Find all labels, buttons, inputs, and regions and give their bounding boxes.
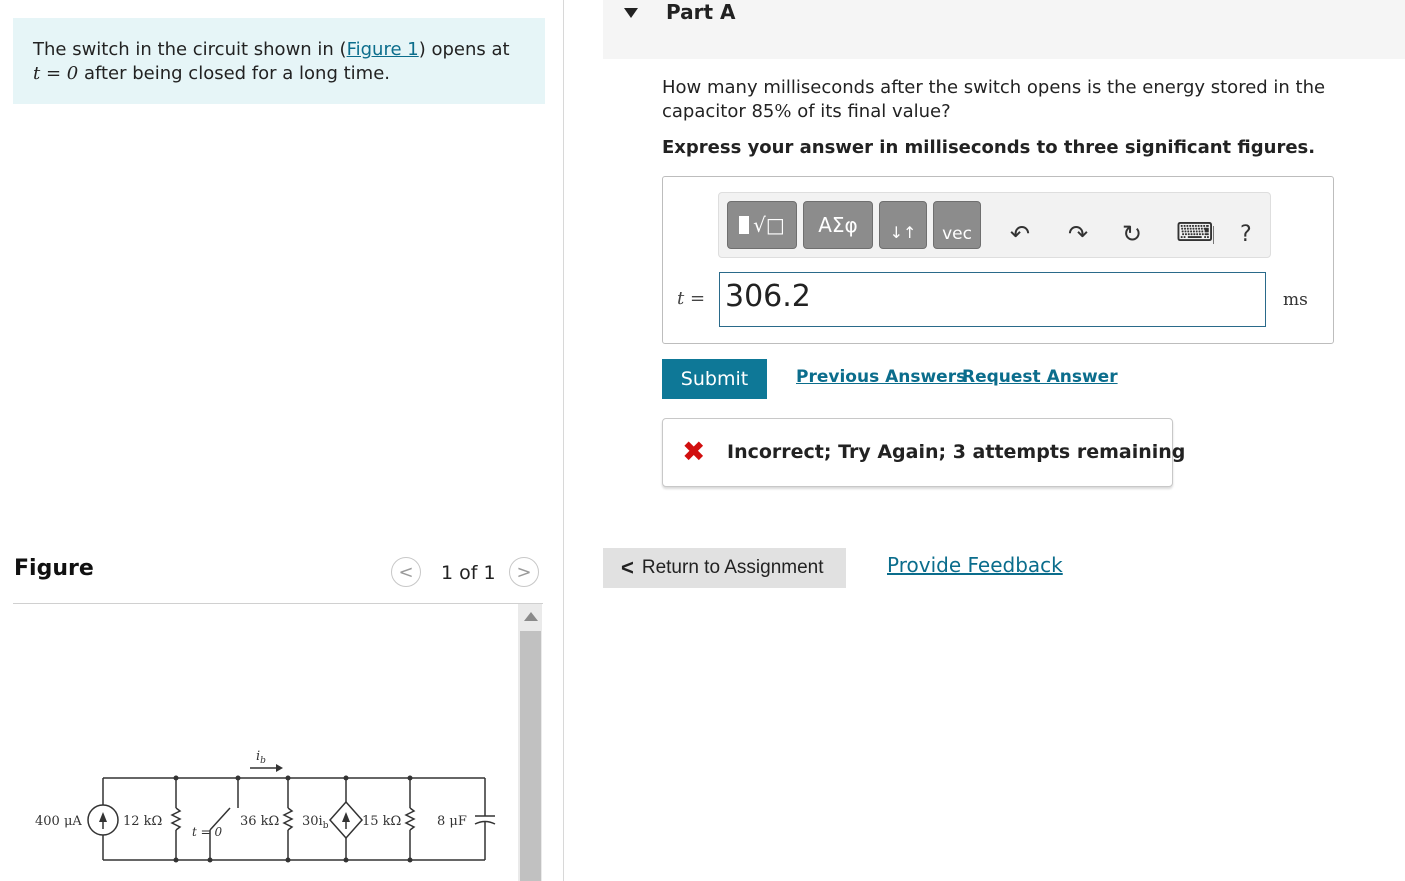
keyboard-icon[interactable]: ⌨ xyxy=(1176,218,1214,248)
provide-feedback-link[interactable]: Provide Feedback xyxy=(887,553,1063,577)
resistor-15k-label: 15 kΩ xyxy=(362,814,401,829)
vec-label: vec xyxy=(942,224,972,244)
answer-unit: ms xyxy=(1283,290,1308,310)
answer-instruction: Express your answer in milliseconds to t… xyxy=(662,137,1316,158)
question-text: How many milliseconds after the switch o… xyxy=(662,76,1362,124)
chevron-right-icon: > xyxy=(516,561,532,583)
problem-text: The switch in the circuit shown in ( xyxy=(33,39,347,60)
switch-label: t = 0 xyxy=(192,825,223,839)
return-label: Return to Assignment xyxy=(641,557,824,578)
answer-input[interactable]: 306.2 xyxy=(719,272,1266,327)
return-to-assignment-button[interactable]: < Return to Assignment xyxy=(603,548,846,588)
question-line2-pre: capacitor 85 xyxy=(662,101,775,122)
ib-current-label: ib xyxy=(256,749,266,766)
caret-down-icon[interactable] xyxy=(624,8,638,18)
greek-symbols-button[interactable]: ΑΣφ xyxy=(803,201,873,249)
time-zero-math: t = 0 xyxy=(33,63,79,84)
figure-title: Figure xyxy=(14,556,94,581)
figure-page-count: 1 of 1 xyxy=(441,562,496,584)
question-line1: How many milliseconds after the switch o… xyxy=(662,77,1326,98)
toolbar-separator xyxy=(1213,226,1214,244)
greek-label: ΑΣφ xyxy=(818,213,858,237)
problem-text-after: ) opens at xyxy=(418,39,510,60)
answer-variable-label: t = xyxy=(677,288,706,309)
reset-icon[interactable]: ↻ xyxy=(1122,220,1142,248)
submit-button[interactable]: Submit xyxy=(662,359,767,399)
arrows-label: ↓↑ xyxy=(889,222,917,242)
undo-icon[interactable]: ↶ xyxy=(1010,220,1030,248)
next-figure-button[interactable]: > xyxy=(509,557,539,587)
templates-label: √□ xyxy=(753,213,785,237)
circuit-diagram: 400 μA 12 kΩ t = 0 36 kΩ 30ib ib 15 kΩ 8… xyxy=(35,749,496,863)
percent-symbol: % xyxy=(774,101,792,122)
redo-icon[interactable]: ↷ xyxy=(1068,220,1088,248)
chevron-left-icon: < xyxy=(621,555,634,580)
pane-divider[interactable] xyxy=(563,0,564,881)
scroll-up-arrow-icon[interactable] xyxy=(524,612,538,621)
dependent-source-label: 30ib xyxy=(302,814,329,831)
template-box-icon xyxy=(739,216,750,234)
figure-divider xyxy=(13,603,543,604)
chevron-left-icon: < xyxy=(398,561,414,583)
request-answer-link[interactable]: Request Answer xyxy=(962,367,1118,387)
help-icon[interactable]: ? xyxy=(1240,222,1252,247)
problem-text-line2: after being closed for a long time. xyxy=(78,63,390,84)
question-line2-post: of its final value? xyxy=(791,101,951,122)
feedback-message: Incorrect; Try Again; 3 attempts remaini… xyxy=(727,441,1186,463)
error-x-icon: ✖ xyxy=(682,435,706,468)
templates-button[interactable]: √□ xyxy=(727,201,797,249)
resistor-12k-label: 12 kΩ xyxy=(123,814,162,829)
previous-figure-button[interactable]: < xyxy=(391,557,421,587)
capacitor-label: 8 μF xyxy=(437,814,467,829)
arrows-button[interactable]: ↓↑ xyxy=(879,201,927,249)
figure-scrollbar-thumb[interactable] xyxy=(520,631,541,881)
current-source-label: 400 μA xyxy=(35,814,82,829)
part-title[interactable]: Part A xyxy=(666,0,735,24)
vector-button[interactable]: vec xyxy=(933,201,981,249)
resistor-36k-label: 36 kΩ xyxy=(240,814,279,829)
previous-answers-link[interactable]: Previous Answers xyxy=(796,367,966,387)
figure-link[interactable]: Figure 1 xyxy=(347,39,419,60)
problem-statement: The switch in the circuit shown in (Figu… xyxy=(13,18,545,104)
